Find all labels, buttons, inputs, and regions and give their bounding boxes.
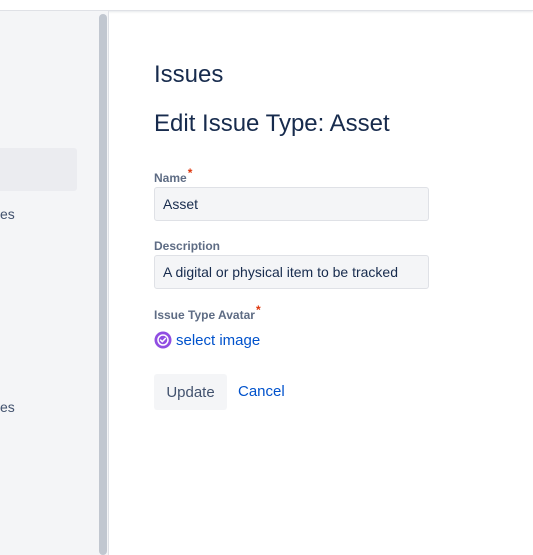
name-label-text: Name — [154, 171, 187, 185]
top-navigation-bar — [0, 0, 533, 11]
update-button[interactable]: Update — [154, 374, 227, 410]
page-title: Issues — [154, 61, 224, 88]
sidebar-item-label[interactable]: es — [0, 399, 15, 415]
avatar-field-label: Issue Type Avatar* — [154, 303, 261, 322]
sidebar-item-selected[interactable] — [0, 148, 77, 191]
select-image-label: select image — [176, 331, 261, 349]
name-field-label: Name* — [154, 166, 192, 185]
required-indicator: * — [255, 303, 261, 317]
description-label-text: Description — [154, 239, 221, 253]
sidebar-divider — [108, 11, 109, 555]
sidebar-scrollbar-thumb[interactable] — [99, 14, 107, 555]
description-field-label: Description — [154, 239, 220, 253]
name-input[interactable] — [154, 187, 429, 221]
sidebar: es es — [0, 11, 97, 555]
select-image-link[interactable]: select image — [154, 331, 260, 349]
sidebar-item-label[interactable]: es — [0, 206, 15, 222]
description-input[interactable] — [154, 255, 429, 289]
avatar-label-text: Issue Type Avatar — [154, 308, 255, 322]
asset-issue-type-icon — [154, 331, 172, 349]
cancel-link[interactable]: Cancel — [238, 383, 285, 400]
form-title: Edit Issue Type: Asset — [154, 110, 390, 137]
required-indicator: * — [187, 166, 193, 180]
